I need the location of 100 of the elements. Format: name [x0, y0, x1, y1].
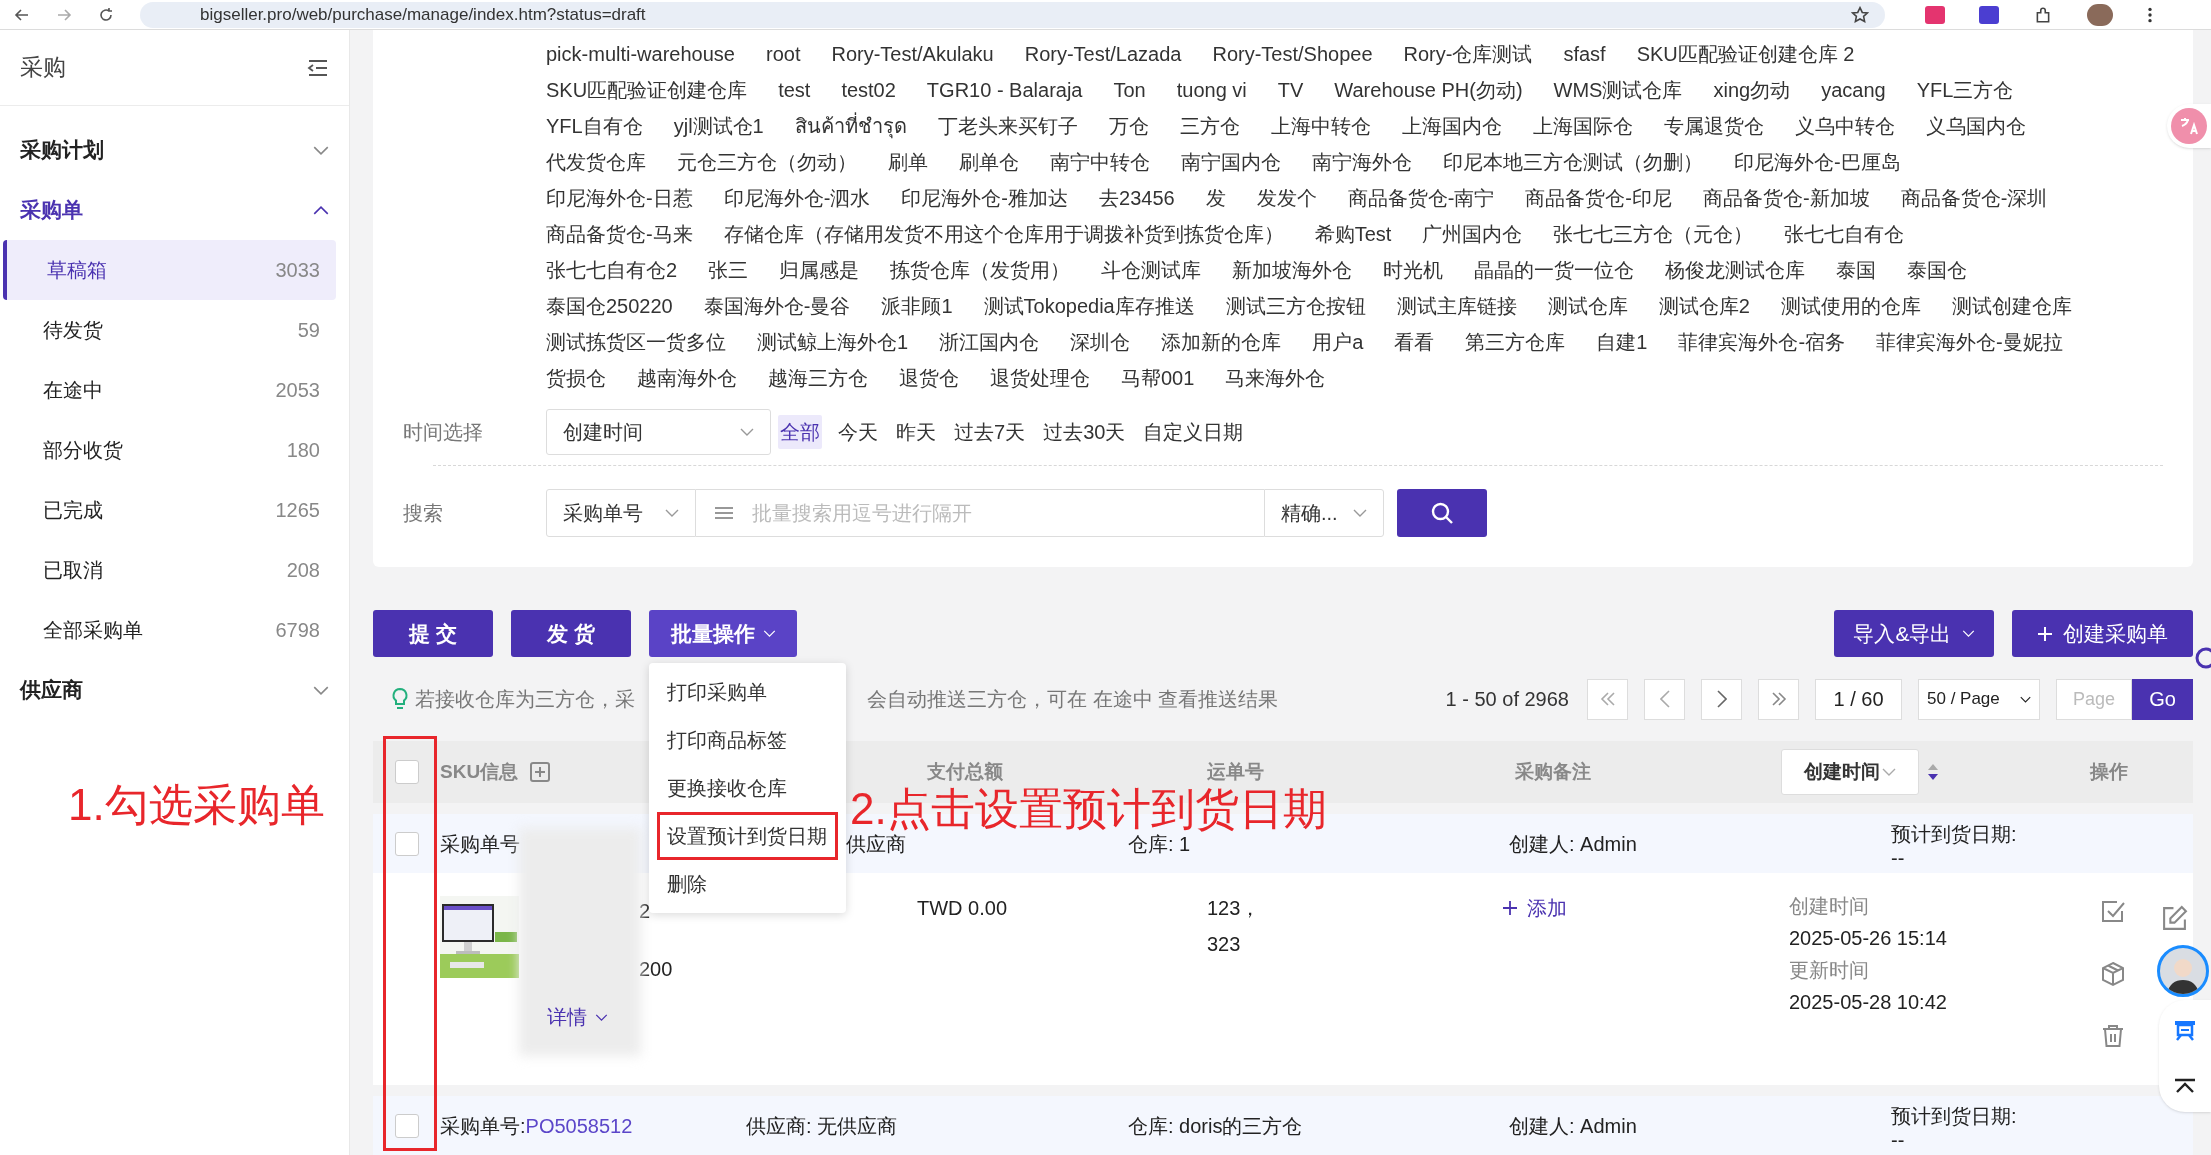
warehouse-option[interactable]: 退货处理仓: [990, 363, 1090, 393]
checkbox[interactable]: [394, 1113, 419, 1138]
warehouse-option[interactable]: 张七七自有仓: [1784, 219, 1905, 249]
forward-icon[interactable]: [56, 6, 72, 23]
time-option[interactable]: 昨天: [894, 415, 938, 449]
warehouse-option[interactable]: 印尼海外仓-日惹: [546, 183, 693, 213]
warehouse-option[interactable]: 张七七三方仓（元仓）: [1553, 219, 1754, 249]
warehouse-option[interactable]: 元仓三方仓（勿动）: [677, 147, 857, 177]
warehouse-option[interactable]: 看看: [1394, 327, 1435, 357]
warehouse-option[interactable]: 上海国际仓: [1532, 111, 1633, 141]
back-to-top-icon[interactable]: [2174, 1077, 2196, 1094]
warehouse-option[interactable]: 越海三方仓: [768, 363, 868, 393]
warehouse-option[interactable]: 测试拣货区一货多位: [546, 327, 726, 357]
warehouse-option[interactable]: 万仓: [1108, 111, 1149, 141]
warehouse-option[interactable]: 杨俊龙测试仓库: [1665, 255, 1806, 285]
reload-icon[interactable]: [98, 6, 114, 23]
warehouse-option[interactable]: 商品备货仓-马来: [546, 219, 693, 249]
warehouse-option[interactable]: 添加新的仓库: [1161, 327, 1282, 357]
warehouse-option[interactable]: 存储仓库（存储用发货不用这个仓库用于调拨补货到拣货仓库）: [723, 219, 1284, 249]
warehouse-option[interactable]: 发发个: [1256, 183, 1317, 213]
warehouse-option[interactable]: 测试主库链接: [1396, 291, 1517, 321]
warehouse-option[interactable]: 刷单: [888, 147, 928, 177]
warehouse-option[interactable]: 深圳仓: [1070, 327, 1131, 357]
back-icon[interactable]: [14, 6, 30, 23]
warehouse-option[interactable]: 测试三方仓按钮: [1225, 291, 1366, 321]
profile-avatar[interactable]: [2087, 3, 2113, 26]
warehouse-option[interactable]: 测试鲸上海外仓1: [757, 327, 909, 357]
sidebar-item[interactable]: 部分收货 180: [3, 420, 336, 480]
details-toggle[interactable]: 详情: [547, 1002, 608, 1032]
checkbox[interactable]: [394, 760, 419, 784]
edit-icon[interactable]: [2161, 905, 2188, 932]
next-page-button[interactable]: [1701, 678, 1742, 720]
warehouse-option[interactable]: 张七七自有仓2: [546, 255, 678, 285]
sidebar-item[interactable]: 待发货 59: [3, 300, 336, 360]
menu-item[interactable]: 删除: [649, 860, 846, 908]
warehouse-option[interactable]: 南宁国内仓: [1181, 147, 1281, 177]
warehouse-option[interactable]: 泰国仓250220: [546, 291, 673, 321]
extension-icon[interactable]: [1979, 5, 1999, 24]
warehouse-option[interactable]: Rory-仓库测试: [1403, 39, 1533, 69]
warehouse-option[interactable]: 南宁中转仓: [1050, 147, 1150, 177]
add-remark-link[interactable]: 添加: [1503, 893, 1567, 923]
warehouse-option[interactable]: 商品备货仓-印尼: [1525, 183, 1672, 213]
time-type-select[interactable]: 创建时间: [546, 409, 771, 455]
warehouse-option[interactable]: 印尼海外仓-雅加达: [901, 183, 1068, 213]
warehouse-option[interactable]: TV: [1277, 75, 1304, 105]
warehouse-option[interactable]: 专属退货仓: [1663, 111, 1764, 141]
address-bar[interactable]: bigseller.pro/web/purchase/manage/index.htm?status=draft: [140, 1, 1885, 28]
warehouse-option[interactable]: 菲律宾海外仓-宿务: [1678, 327, 1846, 357]
sidebar-item[interactable]: 全部采购单 6798: [3, 600, 336, 660]
warehouse-option[interactable]: Rory-Test/Lazada: [1024, 39, 1182, 69]
time-option[interactable]: 自定义日期: [1141, 415, 1246, 449]
warehouse-option[interactable]: 印尼海外仓-巴厘岛: [1734, 147, 1901, 177]
create-order-button[interactable]: 创建采购单: [2012, 610, 2193, 657]
warehouse-option[interactable]: 去23456: [1099, 183, 1175, 213]
warehouse-option[interactable]: 斗仓测试库: [1101, 255, 1202, 285]
warehouse-option[interactable]: 张三: [708, 255, 749, 285]
menu-item[interactable]: 打印商品标签: [649, 716, 846, 764]
warehouse-option[interactable]: pick-multi-warehouse: [546, 39, 735, 69]
page-indicator[interactable]: 1 / 60: [1815, 678, 1902, 720]
warehouse-option[interactable]: 希购Test: [1314, 219, 1392, 249]
checkbox-confirm-icon[interactable]: [2100, 899, 2126, 925]
warehouse-option[interactable]: 货损仓: [546, 363, 606, 393]
batch-actions-button[interactable]: 批量操作: [649, 610, 797, 657]
warehouse-option[interactable]: 浙江国内仓: [939, 327, 1040, 357]
warehouse-option[interactable]: 发: [1205, 183, 1226, 213]
warehouse-option[interactable]: root: [765, 39, 801, 69]
warehouse-option[interactable]: 测试仓库: [1547, 291, 1628, 321]
warehouse-option[interactable]: 印尼本地三方仓测试（勿删）: [1443, 147, 1703, 177]
warehouse-option[interactable]: sfasf: [1563, 39, 1606, 69]
warehouse-option[interactable]: 三方仓: [1179, 111, 1240, 141]
warehouse-option[interactable]: 第三方仓库: [1465, 327, 1566, 357]
warehouse-option[interactable]: 自建1: [1596, 327, 1648, 357]
page-jump-field[interactable]: Page: [2056, 678, 2132, 720]
warehouse-option[interactable]: 广州国内仓: [1422, 219, 1523, 249]
warehouse-option[interactable]: 丁老头来买钉子: [937, 111, 1078, 141]
sidebar-item[interactable]: 已完成 1265: [3, 480, 336, 540]
warehouse-option[interactable]: 测试创建仓库: [1951, 291, 2072, 321]
warehouse-option[interactable]: YFL三方仓: [1916, 75, 2014, 105]
warehouse-option[interactable]: tuong vi: [1176, 75, 1247, 105]
sidebar-item[interactable]: 在途中 2053: [3, 360, 336, 420]
sidebar-group[interactable]: 供应商: [0, 660, 349, 720]
warehouse-option[interactable]: yacang: [1821, 75, 1886, 105]
warehouse-option[interactable]: 派非顾1: [881, 291, 953, 321]
warehouse-option[interactable]: 归属感是: [779, 255, 860, 285]
warehouse-option[interactable]: test02: [841, 75, 896, 105]
warehouse-option[interactable]: 代发货仓库: [546, 147, 646, 177]
checkbox[interactable]: [394, 831, 419, 856]
warehouse-option[interactable]: 商品备货仓-新加坡: [1703, 183, 1870, 213]
warehouse-option[interactable]: Warehouse PH(勿动): [1334, 75, 1523, 105]
warehouse-option[interactable]: 菲律宾海外仓-曼妮拉: [1876, 327, 2063, 357]
go-button[interactable]: Go: [2132, 678, 2193, 720]
extension-icon[interactable]: [1925, 5, 1945, 24]
menu-item[interactable]: 更换接收仓库: [649, 764, 846, 812]
sort-icon[interactable]: [1927, 763, 1939, 781]
warehouse-option[interactable]: 刷单仓: [959, 147, 1019, 177]
warehouse-option[interactable]: 义乌国内仓: [1925, 111, 2026, 141]
warehouse-option[interactable]: YFL自有仓: [546, 111, 643, 141]
sort-select[interactable]: 创建时间: [1781, 749, 1919, 795]
import-export-button[interactable]: 导入&导出: [1834, 610, 1994, 657]
warehouse-option[interactable]: 泰国海外仓-曼谷: [703, 291, 851, 321]
